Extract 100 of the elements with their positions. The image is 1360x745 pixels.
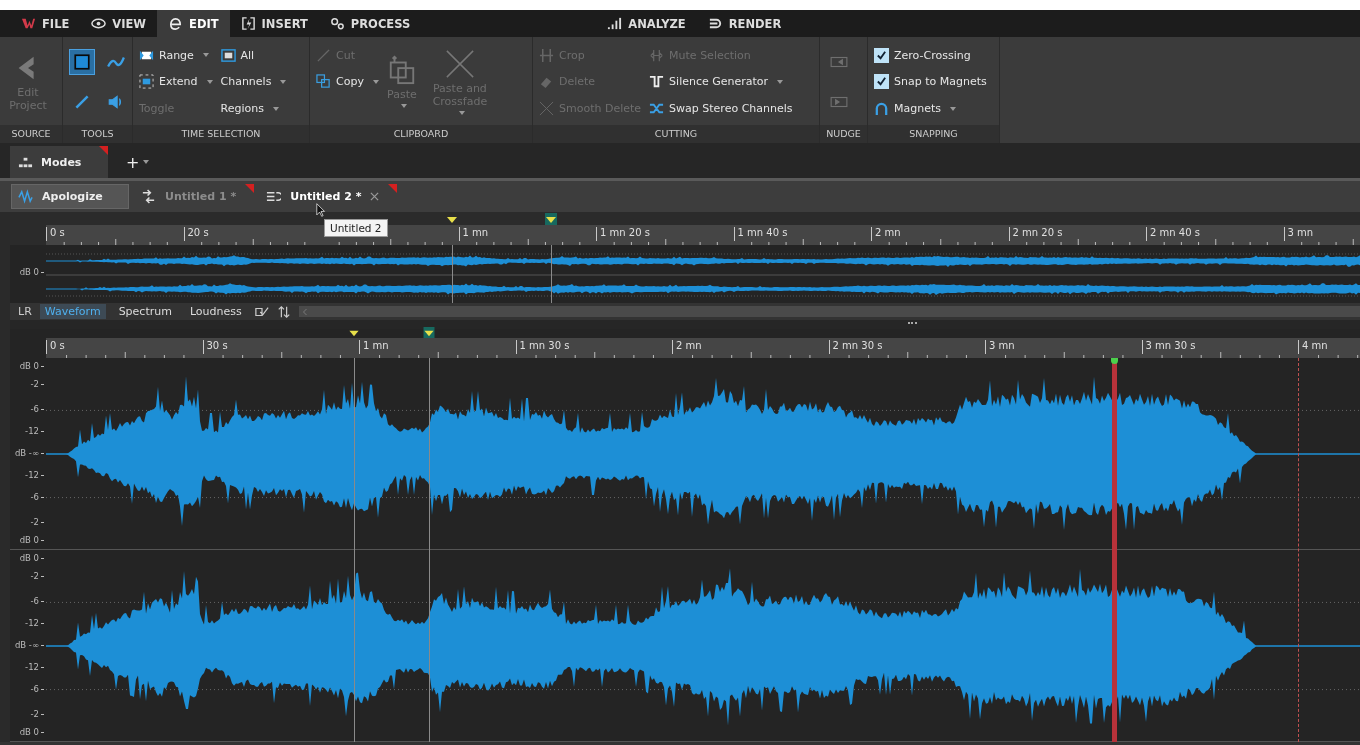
group-title: TIME SELECTION bbox=[133, 125, 309, 143]
caret-icon bbox=[950, 106, 956, 111]
time-label: 1 mn 20 s bbox=[596, 227, 734, 241]
checkmark-icon bbox=[876, 49, 887, 61]
db-label: dB -∞ bbox=[14, 448, 44, 458]
time-label: 2 mn bbox=[672, 340, 829, 354]
render-icon bbox=[707, 16, 723, 31]
cut-icon bbox=[316, 47, 331, 63]
time-label: 2 mn 20 s bbox=[1008, 227, 1146, 241]
selection-tool-button[interactable] bbox=[69, 49, 95, 75]
menu-tab[interactable]: PROCESS bbox=[318, 10, 422, 37]
ribbon-button[interactable]: Channels bbox=[220, 72, 287, 92]
db-label: dB -∞ bbox=[14, 640, 44, 650]
silence-icon bbox=[649, 74, 665, 90]
time-label: 3 mn bbox=[985, 340, 1142, 354]
caret-icon bbox=[280, 80, 287, 84]
db-label: -6 bbox=[30, 596, 44, 607]
db-label: -6 bbox=[30, 491, 44, 502]
db-label: -2 bbox=[30, 517, 44, 528]
caret-icon bbox=[372, 80, 379, 84]
db-label: -6 bbox=[30, 683, 44, 694]
app-logo-icon bbox=[21, 16, 36, 31]
display-mode-tab[interactable]: Spectrum bbox=[113, 304, 177, 319]
add-tab-button[interactable]: + bbox=[122, 146, 154, 178]
db-label: -2 bbox=[30, 378, 44, 389]
resize-grip-icon[interactable] bbox=[908, 322, 917, 326]
crop-icon bbox=[539, 47, 554, 63]
checkmark-icon bbox=[876, 76, 887, 88]
checkmark-dropdown-icon[interactable] bbox=[254, 304, 269, 319]
caret-icon bbox=[400, 104, 407, 109]
edit-icon bbox=[168, 16, 184, 31]
menu-tab[interactable]: ANALYZE bbox=[596, 10, 697, 37]
mouse-cursor-icon bbox=[316, 203, 326, 217]
menu-tab[interactable]: FILE bbox=[10, 10, 81, 37]
menu-tab[interactable]: EDIT bbox=[157, 10, 230, 37]
ribbon-button[interactable]: Swap Stereo Channels bbox=[649, 98, 793, 119]
up-down-arrows-icon[interactable] bbox=[276, 304, 291, 319]
pencil-icon bbox=[73, 93, 91, 111]
ribbon-button[interactable]: Regions bbox=[220, 98, 287, 119]
db-label: -12 bbox=[25, 469, 44, 480]
db-label: dB 0 bbox=[19, 727, 44, 737]
display-mode-tab[interactable]: Loudness bbox=[184, 304, 247, 319]
playhead[interactable] bbox=[1112, 358, 1118, 742]
ribbon-button[interactable]: Magnets bbox=[874, 98, 987, 119]
ribbon-button[interactable]: All bbox=[220, 45, 287, 66]
time-label: 1 mn 30 s bbox=[515, 340, 672, 354]
group-title: NUDGE bbox=[820, 125, 867, 143]
time-label: 4 mn bbox=[1298, 340, 1328, 354]
selection-tool-icon bbox=[73, 53, 91, 71]
caret-icon bbox=[206, 80, 213, 84]
time-label: 3 mn bbox=[1283, 227, 1314, 241]
db-label: -12 bbox=[25, 618, 44, 629]
time-label: 2 mn 30 s bbox=[828, 340, 985, 354]
arrows-icon bbox=[141, 189, 156, 204]
close-icon[interactable] bbox=[370, 192, 380, 201]
menu-tab[interactable]: RENDER bbox=[696, 10, 793, 37]
time-label: 20 s bbox=[183, 227, 321, 241]
group-title: SOURCE bbox=[0, 125, 62, 143]
time-label: 30 s bbox=[202, 340, 359, 354]
time-label: 1 mn 40 s bbox=[733, 227, 871, 241]
db-label: dB 0 bbox=[19, 535, 44, 545]
db-label: -2 bbox=[30, 570, 44, 581]
db-label: dB 0 bbox=[19, 553, 44, 563]
caret-icon bbox=[272, 106, 279, 111]
ribbon-button[interactable]: Silence Generator bbox=[649, 72, 793, 92]
select-all-icon bbox=[220, 47, 236, 63]
snap-checkbox[interactable]: Zero-Crossing bbox=[874, 45, 987, 66]
cross-icon bbox=[539, 101, 554, 117]
channel-label: LR bbox=[18, 305, 32, 318]
time-label: 2 mn 40 s bbox=[1146, 227, 1284, 241]
copy-icon bbox=[316, 74, 331, 90]
modes-tab[interactable]: Modes bbox=[10, 146, 108, 178]
insert-icon bbox=[240, 16, 256, 31]
db-label: dB 0 bbox=[19, 267, 44, 277]
time-label: 1 mn bbox=[458, 227, 596, 241]
db-label: -12 bbox=[25, 661, 44, 672]
time-label: 0 s bbox=[46, 227, 184, 241]
marker-line bbox=[451, 245, 453, 303]
ribbon-button[interactable]: Range bbox=[139, 45, 213, 66]
time-label: 2 mn bbox=[871, 227, 1009, 241]
group-title: CLIPBOARD bbox=[310, 125, 532, 143]
menu-tab[interactable]: VIEW bbox=[80, 10, 158, 37]
scrollbar[interactable] bbox=[298, 306, 1360, 317]
menu-tab[interactable]: INSERT bbox=[229, 10, 319, 37]
marker-icon[interactable] bbox=[422, 327, 435, 338]
gears-icon bbox=[329, 16, 345, 31]
waveform-icon bbox=[18, 189, 33, 204]
bars-icon bbox=[607, 16, 623, 31]
marker-icon[interactable] bbox=[544, 213, 557, 225]
eye-icon bbox=[91, 16, 107, 31]
db-label: -6 bbox=[30, 404, 44, 415]
time-label: 0 s bbox=[46, 340, 203, 354]
ribbon-button[interactable]: Extend bbox=[139, 72, 213, 92]
caret-icon bbox=[143, 160, 150, 164]
document-tab[interactable]: Apologize bbox=[11, 184, 129, 209]
caret-icon bbox=[777, 80, 784, 84]
ribbon-button[interactable]: Copy bbox=[316, 72, 379, 92]
display-mode-tab[interactable]: Waveform bbox=[39, 304, 106, 319]
time-label: 1 mn bbox=[359, 340, 516, 354]
snap-checkbox[interactable]: Snap to Magnets bbox=[874, 72, 987, 92]
